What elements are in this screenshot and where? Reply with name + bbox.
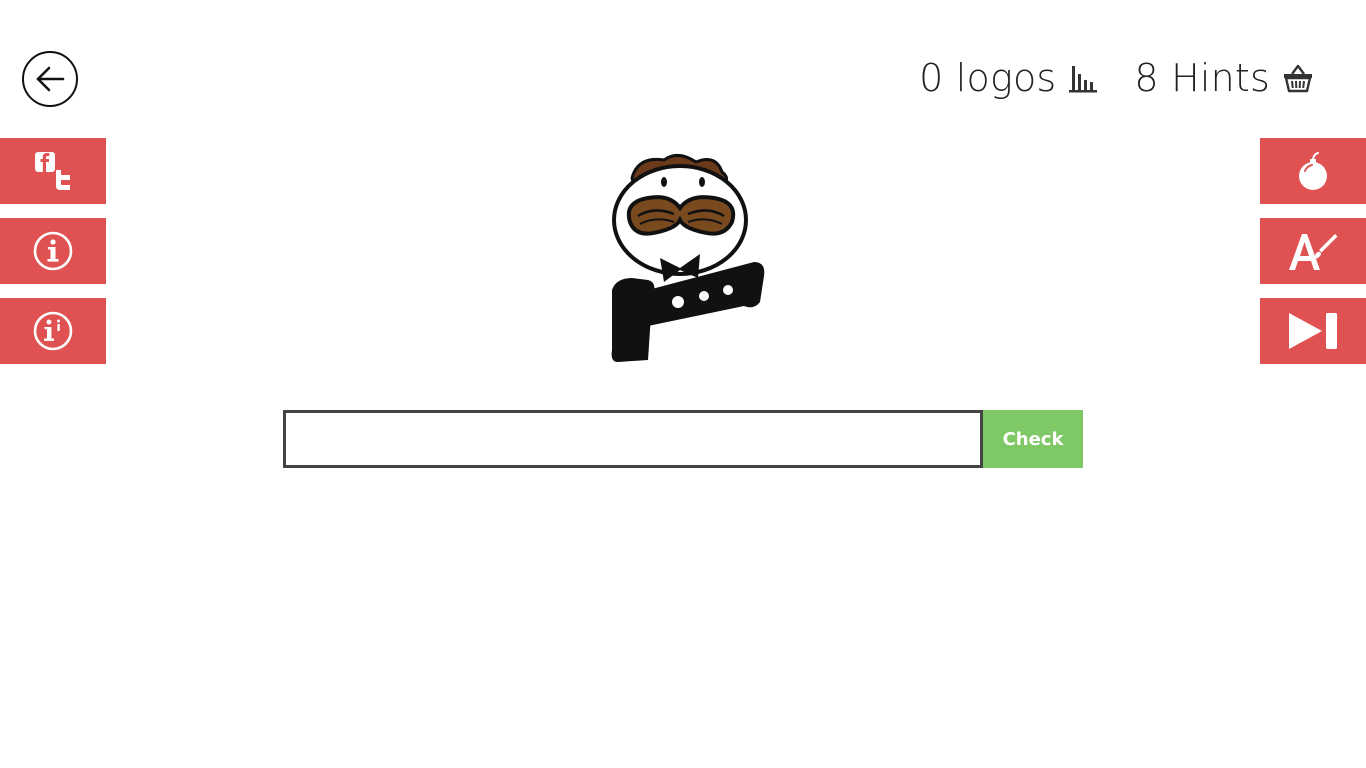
arrow-left-icon: [36, 66, 65, 92]
hints-counter[interactable]: 8 Hints: [1134, 56, 1314, 100]
check-button[interactable]: Check: [983, 410, 1083, 468]
hints-count-text: 8 Hints: [1134, 56, 1270, 100]
skip-next-icon: [1289, 313, 1337, 349]
stats-chart-icon: [1068, 62, 1098, 94]
info-button[interactable]: [0, 218, 106, 284]
info-icon: [33, 231, 73, 271]
reveal-letter-button[interactable]: [1260, 218, 1366, 284]
bomb-icon: [1299, 152, 1327, 190]
facebook-twitter-icon: [35, 152, 70, 190]
logos-count-text: 0 logos: [919, 56, 1057, 100]
answer-input[interactable]: [283, 410, 983, 468]
more-info-button[interactable]: [0, 298, 106, 364]
back-button[interactable]: [22, 51, 78, 107]
share-button[interactable]: [0, 138, 106, 204]
logos-counter[interactable]: 0 logos: [919, 56, 1098, 100]
pringles-logo: [604, 150, 772, 362]
basket-icon: [1282, 62, 1314, 94]
game-screen: 0 logos 8 Hints Check: [0, 0, 1366, 768]
answer-row: Check: [283, 410, 1083, 468]
skip-button[interactable]: [1260, 298, 1366, 364]
info-plus-icon: [33, 311, 73, 351]
stats-bar: 0 logos 8 Hints: [919, 52, 1314, 104]
bomb-button[interactable]: [1260, 138, 1366, 204]
letter-brush-icon: [1289, 234, 1338, 270]
